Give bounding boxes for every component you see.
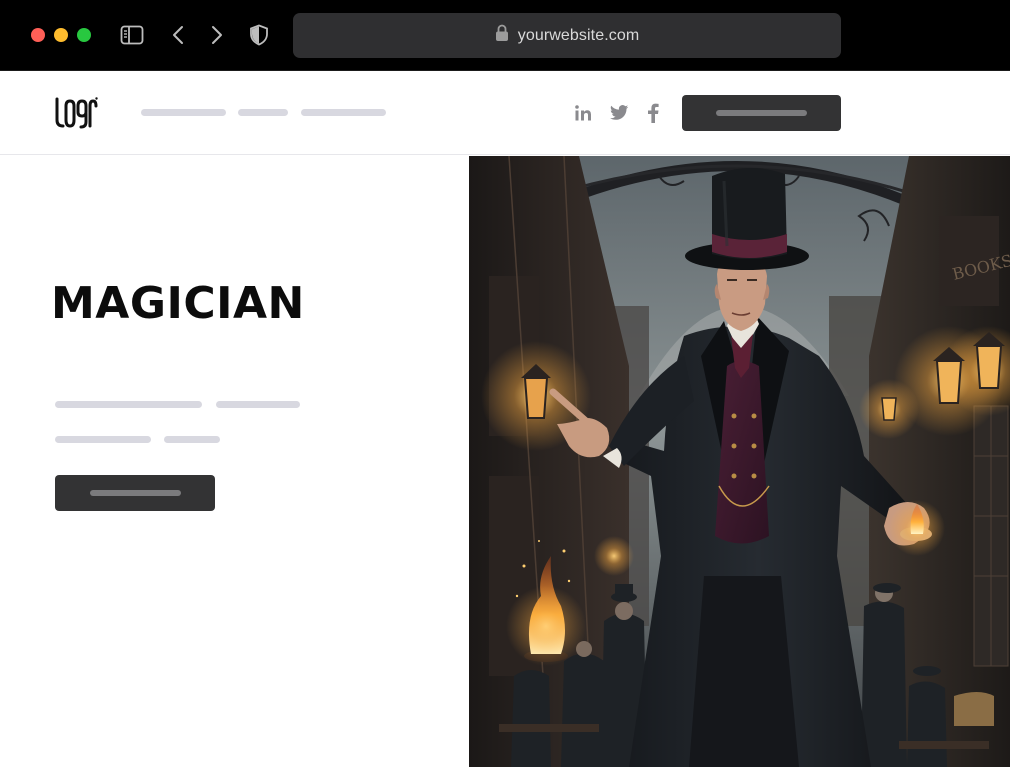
browser-titlebar: yourwebsite.com bbox=[0, 0, 1010, 71]
sidebar-icon[interactable] bbox=[119, 23, 145, 47]
maximize-window-button[interactable] bbox=[77, 28, 91, 42]
site-logo[interactable] bbox=[54, 96, 98, 130]
nav-link-placeholder[interactable] bbox=[301, 109, 386, 116]
twitter-icon[interactable] bbox=[608, 102, 630, 124]
hero-title: MAGICIAN bbox=[51, 278, 305, 329]
hero-image: BOOKS bbox=[469, 156, 1010, 767]
text-placeholder bbox=[216, 401, 300, 408]
linkedin-icon[interactable] bbox=[572, 102, 594, 124]
back-arrow-icon[interactable] bbox=[165, 23, 191, 47]
url-text: yourwebsite.com bbox=[517, 26, 640, 44]
site-header bbox=[0, 71, 1010, 155]
address-bar[interactable]: yourwebsite.com bbox=[293, 13, 841, 58]
hero-cta-button[interactable] bbox=[55, 475, 215, 511]
lock-icon bbox=[495, 24, 509, 47]
button-label-placeholder bbox=[89, 490, 181, 496]
text-placeholder bbox=[55, 401, 202, 408]
button-label-placeholder bbox=[716, 110, 807, 116]
text-placeholder bbox=[164, 436, 220, 443]
forward-arrow-icon[interactable] bbox=[204, 23, 230, 47]
shield-icon[interactable] bbox=[246, 23, 272, 47]
facebook-icon[interactable] bbox=[642, 102, 664, 124]
close-window-button[interactable] bbox=[31, 28, 45, 42]
header-cta-button[interactable] bbox=[682, 95, 841, 131]
minimize-window-button[interactable] bbox=[54, 28, 68, 42]
nav-link-placeholder[interactable] bbox=[238, 109, 288, 116]
nav-link-placeholder[interactable] bbox=[141, 109, 226, 116]
text-placeholder bbox=[55, 436, 151, 443]
